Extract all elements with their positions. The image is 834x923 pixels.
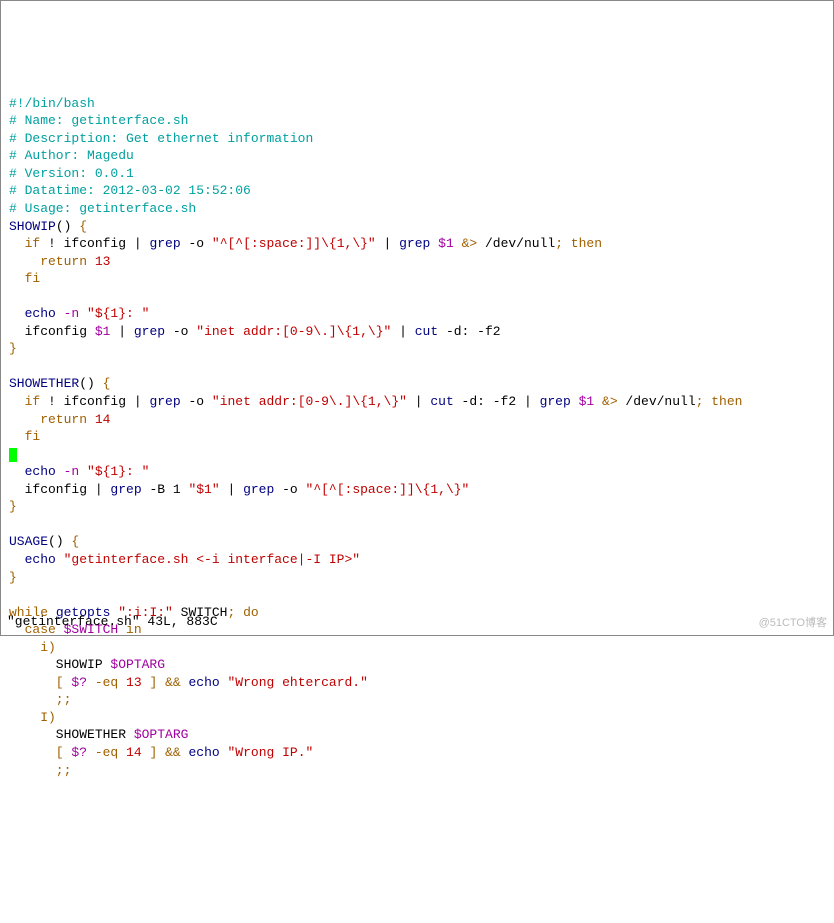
keyword-fi: fi [9, 271, 40, 286]
keyword-return: return [9, 254, 87, 269]
comment-line: # Datatime: 2012-03-02 15:52:06 [9, 183, 251, 198]
vim-status-line: "getinterface.sh" 43L, 883C [7, 613, 218, 631]
comment-line: #!/bin/bash [9, 96, 95, 111]
func-name: USAGE [9, 534, 48, 549]
keyword-if: if [9, 236, 40, 251]
comment-line: # Name: getinterface.sh [9, 113, 188, 128]
case-pattern: I) [9, 710, 56, 725]
case-pattern: i) [9, 640, 56, 655]
comment-line: # Usage: getinterface.sh [9, 201, 196, 216]
cursor-icon [9, 448, 17, 462]
cmd-echo: echo [9, 306, 56, 321]
comment-line: # Description: Get ethernet information [9, 131, 313, 146]
string: "^[^[:space:]]\{1,\}" [212, 236, 376, 251]
watermark: @51CTO博客 [759, 616, 827, 631]
code-editor: #!/bin/bash # Name: getinterface.sh # De… [3, 73, 831, 783]
comment-line: # Version: 0.0.1 [9, 166, 134, 181]
func-name: SHOWIP [9, 219, 56, 234]
comment-line: # Author: Magedu [9, 148, 134, 163]
func-name: SHOWETHER [9, 376, 79, 391]
